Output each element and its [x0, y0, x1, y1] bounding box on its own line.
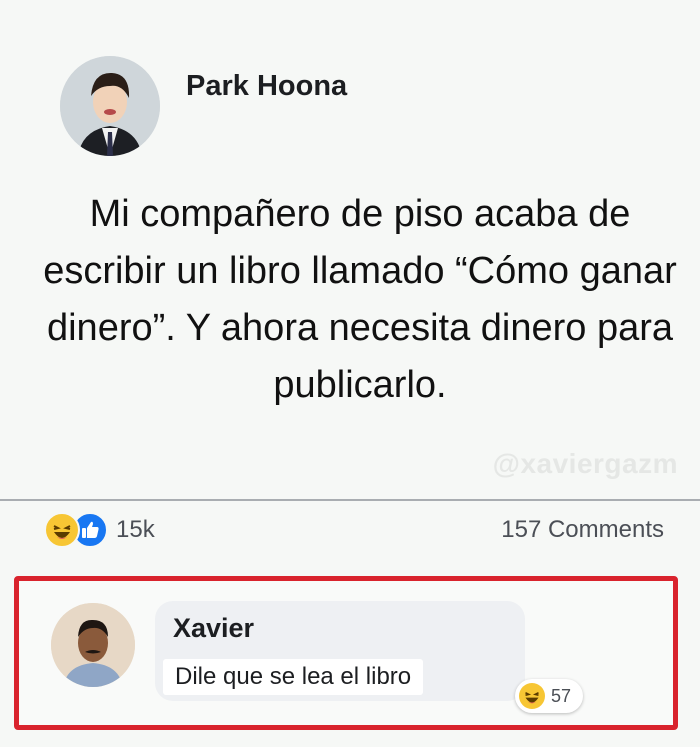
post-text: Mi compañero de piso acaba de escribir u… [43, 193, 677, 406]
comments-count-link[interactable]: 157 Comments [501, 516, 664, 544]
reactions-summary[interactable]: 15k [44, 512, 155, 548]
post-header: Park Hoona [60, 56, 347, 156]
author-name[interactable]: Park Hoona [186, 70, 347, 103]
highlighted-comment: Xavier Dile que se lea el libro 57 [14, 576, 678, 730]
comment-reaction-badge[interactable]: 57 [515, 679, 584, 713]
comment-text: Dile que se lea el libro [163, 659, 424, 695]
commenter-name[interactable]: Xavier [173, 613, 254, 644]
reaction-count: 15k [116, 516, 155, 543]
post-stats-bar: 15k 157 Comments [44, 510, 664, 550]
divider [0, 499, 700, 501]
comment-bubble: Xavier Dile que se lea el libro [155, 601, 525, 701]
comment-reaction-count: 57 [551, 685, 572, 706]
haha-icon [44, 512, 80, 548]
haha-icon [519, 683, 545, 709]
author-avatar[interactable] [60, 56, 160, 156]
watermark: @xaviergazm [492, 448, 678, 479]
commenter-avatar[interactable] [51, 603, 135, 687]
